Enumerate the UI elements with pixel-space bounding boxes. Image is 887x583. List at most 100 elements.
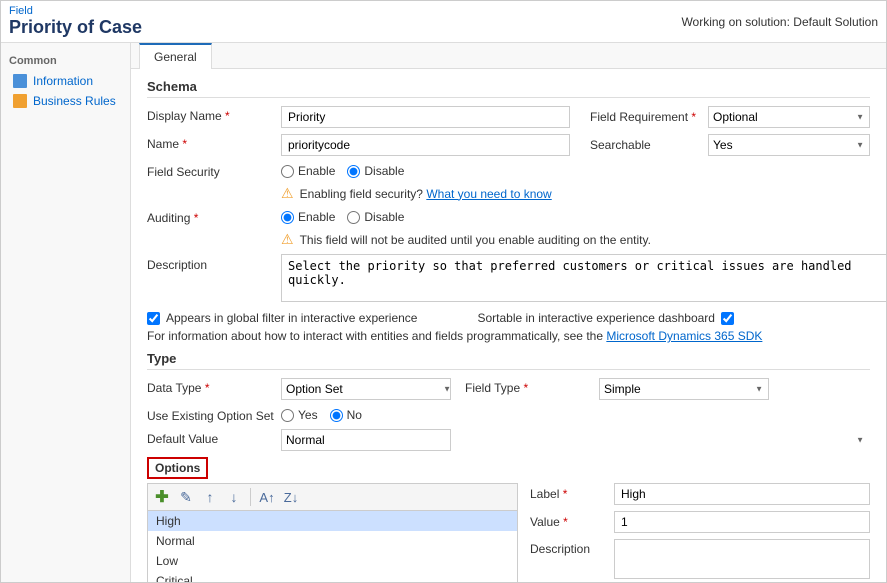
auditing-disable-radio[interactable] (347, 211, 360, 224)
auditing-enable-label: Enable (298, 210, 335, 224)
sortable-checkbox[interactable] (721, 312, 734, 325)
field-security-warning-row: ⚠ Enabling field security? What you need… (281, 185, 870, 202)
sidebar-item-business-rules[interactable]: Business Rules (1, 91, 130, 111)
options-toolbar: ✚ ✎ ↑ ↓ (147, 483, 518, 510)
field-security-enable[interactable]: Enable (281, 164, 335, 178)
move-down-button[interactable]: ↓ (223, 487, 245, 507)
auditing-enable-radio[interactable] (281, 211, 294, 224)
default-value-label: Default Value (147, 429, 277, 446)
top-bar: Field Priority of Case Working on soluti… (1, 1, 886, 43)
business-rules-icon (13, 94, 27, 108)
option-item-high[interactable]: High (148, 511, 517, 531)
auditing-radio-group: Enable Disable (281, 208, 870, 224)
field-security-enable-radio[interactable] (281, 165, 294, 178)
detail-value-row: Value (530, 511, 870, 533)
warning-text: Enabling field security? What you need t… (300, 187, 552, 201)
option-item-critical[interactable]: Critical (148, 571, 517, 582)
description-label: Description (147, 254, 277, 272)
detail-description-input[interactable] (614, 539, 870, 579)
auditing-info-text: This field will not be audited until you… (300, 233, 651, 247)
option-item-low[interactable]: Low (148, 551, 517, 571)
move-up-button[interactable]: ↑ (199, 487, 221, 507)
options-header: Options (147, 457, 208, 479)
detail-label-field-label: Label (530, 487, 610, 501)
use-existing-no-radio[interactable] (330, 409, 343, 422)
use-existing-value: Yes No (281, 406, 870, 422)
field-requirement-dropdown[interactable]: Optional Business Required Business Reco… (708, 106, 870, 128)
use-existing-no[interactable]: No (330, 408, 362, 422)
global-filter-checkbox[interactable] (147, 312, 160, 325)
searchable-dropdown[interactable]: Yes No (708, 134, 870, 156)
options-list-container: ✚ ✎ ↑ ↓ (147, 483, 870, 582)
data-type-label: Data Type (147, 378, 277, 395)
field-type-label: Field Type (465, 378, 595, 395)
sidebar-item-information-label: Information (33, 74, 93, 88)
detail-value-field-label: Value (530, 515, 610, 529)
global-filter-col: Appears in global filter in interactive … (147, 311, 417, 325)
field-security-radio-group: Enable Disable (281, 162, 870, 178)
field-security-value: Enable Disable (281, 162, 870, 178)
display-name-row: Display Name (147, 106, 570, 128)
name-value (281, 134, 570, 156)
field-type-row: Field Type Simple (465, 378, 755, 400)
name-label: Name (147, 134, 277, 151)
field-security-link[interactable]: What you need to know (426, 187, 551, 201)
auditing-enable[interactable]: Enable (281, 210, 335, 224)
searchable-label: Searchable (590, 138, 700, 152)
schema-left: Display Name Name (147, 106, 570, 162)
use-existing-yes-label: Yes (298, 408, 318, 422)
field-type-value: Simple (599, 378, 769, 400)
sort-desc-icon: Z↓ (284, 490, 298, 505)
tab-bar: General (131, 43, 886, 69)
move-down-icon: ↓ (231, 489, 238, 505)
field-security-disable[interactable]: Disable (347, 164, 404, 178)
type-header: Type (147, 351, 870, 370)
use-existing-row: Use Existing Option Set Yes No (147, 406, 870, 423)
description-row: Description Select the priority so that … (147, 254, 870, 305)
auditing-disable-label: Disable (364, 210, 404, 224)
field-security-row: Field Security Enable Disable (147, 162, 870, 179)
auditing-disable[interactable]: Disable (347, 210, 404, 224)
display-name-input[interactable] (281, 106, 570, 128)
default-value-dropdown[interactable]: Normal High Low Critical (281, 429, 451, 451)
sort-desc-button[interactable]: Z↓ (280, 487, 302, 507)
sidebar-item-business-rules-label: Business Rules (33, 94, 116, 108)
detail-label-row: Label (530, 483, 870, 505)
data-type-dropdown[interactable]: Option Set (281, 378, 451, 400)
auditing-row: Auditing Enable Disable (147, 208, 870, 225)
breadcrumb[interactable]: Field (9, 5, 142, 17)
auditing-label: Auditing (147, 208, 277, 225)
field-security-enable-label: Enable (298, 164, 335, 178)
sidebar-common-label: Common (1, 51, 130, 71)
field-requirement-value: Optional Business Required Business Reco… (708, 106, 870, 128)
name-input[interactable] (281, 134, 570, 156)
sort-asc-button[interactable]: A↑ (256, 487, 278, 507)
sortable-label: Sortable in interactive experience dashb… (477, 311, 714, 325)
field-security-disable-radio[interactable] (347, 165, 360, 178)
description-value: Select the priority so that preferred cu… (281, 254, 886, 305)
tab-general[interactable]: General (139, 43, 212, 69)
detail-label-input[interactable] (614, 483, 870, 505)
option-item-normal[interactable]: Normal (148, 531, 517, 551)
add-icon: ✚ (155, 487, 168, 507)
global-filter-label: Appears in global filter in interactive … (166, 311, 417, 325)
form-content: Schema Display Name Name (131, 69, 886, 582)
use-existing-label: Use Existing Option Set (147, 406, 277, 423)
sidebar-item-information[interactable]: Information (1, 71, 130, 91)
description-input[interactable]: Select the priority so that preferred cu… (281, 254, 886, 302)
type-rows: Data Type Option Set Field Type (147, 378, 870, 406)
default-value-value: Normal High Low Critical (281, 429, 870, 451)
move-up-icon: ↑ (207, 489, 214, 505)
use-existing-yes[interactable]: Yes (281, 408, 318, 422)
auditing-info-icon: ⚠ (281, 231, 294, 248)
add-option-button[interactable]: ✚ (151, 487, 173, 507)
use-existing-yes-radio[interactable] (281, 409, 294, 422)
searchable-dropdown-wrapper: Yes No (708, 134, 870, 156)
edit-option-button[interactable]: ✎ (175, 487, 197, 507)
display-name-value (281, 106, 570, 128)
field-requirement-dropdown-wrapper: Optional Business Required Business Reco… (708, 106, 870, 128)
detail-value-input[interactable] (614, 511, 870, 533)
sdk-link[interactable]: Microsoft Dynamics 365 SDK (606, 329, 762, 343)
field-type-dropdown[interactable]: Simple (599, 378, 769, 400)
searchable-row: Searchable Yes No (590, 134, 870, 156)
